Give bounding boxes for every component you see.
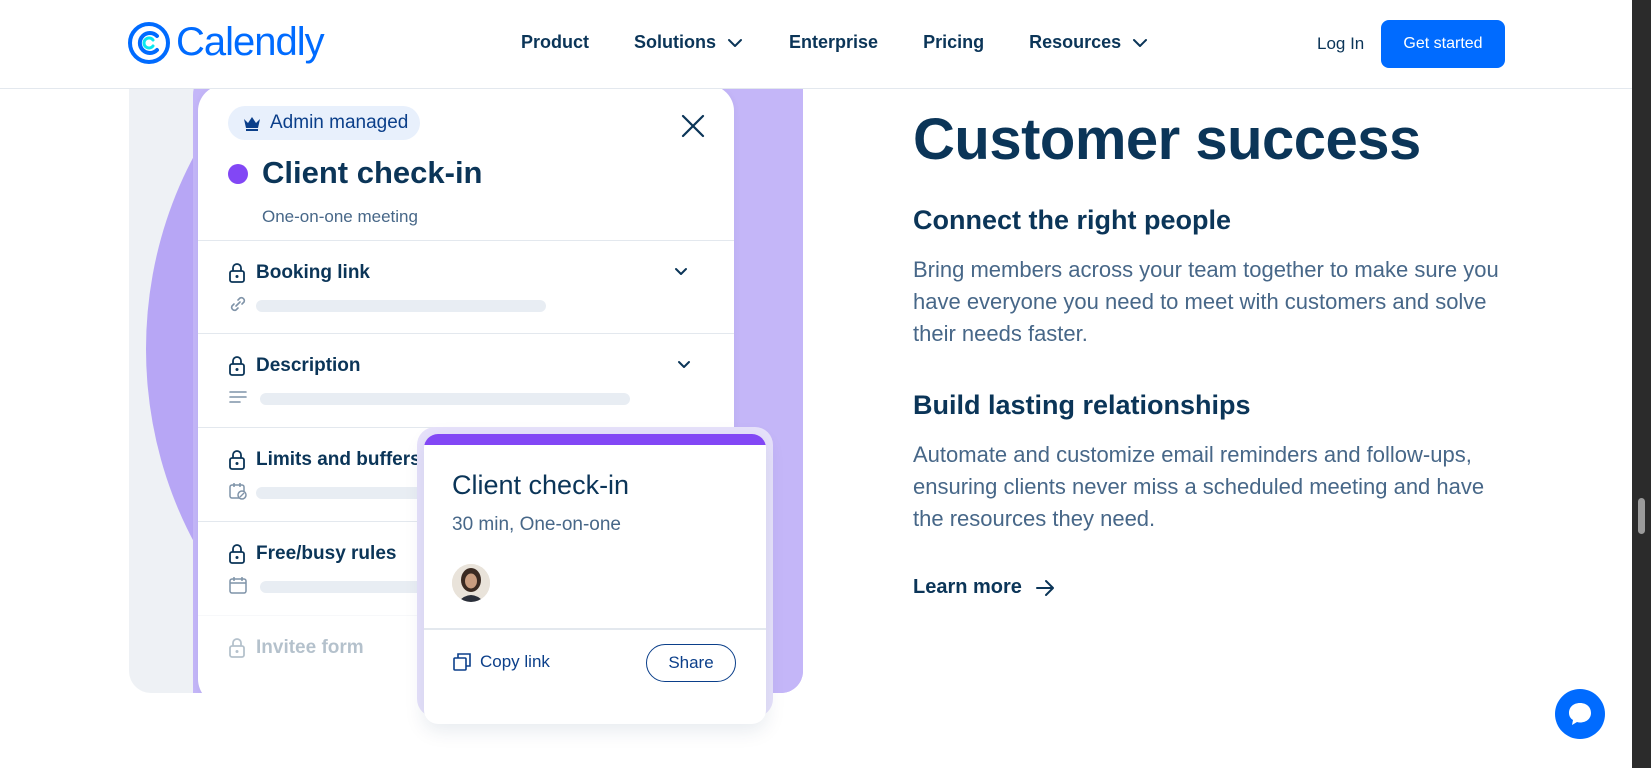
learn-more-link[interactable]: Learn more	[913, 576, 1056, 599]
calendar-clock-icon	[229, 483, 247, 500]
event-preview-card: Client check-in 30 min, One-on-one Copy …	[424, 434, 766, 724]
nav-pricing-label: Pricing	[923, 32, 985, 52]
popup-title: Client check-in	[452, 470, 630, 500]
avatar	[452, 564, 490, 602]
copy-link-label: Copy link	[480, 652, 550, 671]
lock-icon	[229, 638, 245, 658]
feature-body-relationships: Automate and customize email reminders a…	[913, 442, 1485, 531]
copy-icon	[453, 653, 471, 671]
share-button[interactable]: Share	[646, 644, 736, 682]
page: Calendly Product Solutions Enterprise Pr…	[0, 0, 1651, 768]
nav-product[interactable]: Product	[521, 32, 589, 53]
nav-enterprise-label: Enterprise	[789, 32, 879, 52]
nav-solutions-label: Solutions	[634, 32, 717, 52]
setting-row-label: Booking link	[256, 262, 370, 283]
calendly-logo-icon	[128, 21, 170, 64]
chevron-down-icon	[728, 38, 743, 47]
nav-pricing[interactable]: Pricing	[923, 32, 984, 53]
main-nav: Product Solutions Enterprise Pricing Res…	[521, 32, 1149, 53]
setting-row-label: Description	[256, 355, 361, 376]
chat-widget-button[interactable]	[1555, 689, 1605, 739]
chat-bubble-icon	[1569, 703, 1591, 725]
nav-resources[interactable]: Resources	[1029, 32, 1149, 53]
calendly-logo[interactable]: Calendly	[128, 20, 325, 65]
calendar-icon	[229, 577, 247, 594]
placeholder-bar	[256, 300, 546, 312]
event-color-dot	[228, 164, 248, 184]
popup-subtitle: 30 min, One-on-one	[452, 514, 621, 535]
text-lines-icon	[229, 391, 247, 403]
logo-text: Calendly	[176, 20, 325, 64]
feature-body-connect: Bring members across your team together …	[913, 257, 1499, 346]
close-icon[interactable]	[680, 113, 706, 139]
setting-row-description[interactable]: Description	[198, 333, 734, 426]
scrollbar-track[interactable]	[1632, 0, 1651, 768]
event-title: Client check-in	[262, 155, 483, 190]
lock-icon	[229, 450, 245, 470]
lock-icon	[229, 356, 245, 376]
login-link[interactable]: Log In	[1317, 34, 1364, 54]
link-icon	[230, 296, 246, 312]
chevron-down-icon[interactable]	[675, 356, 693, 374]
feature-heading-relationships: Build lasting relationships	[913, 390, 1251, 420]
get-started-button[interactable]: Get started	[1381, 20, 1505, 68]
admin-managed-badge: Admin managed	[228, 106, 421, 140]
badge-label: Admin managed	[270, 112, 409, 133]
setting-row-label: Free/busy rules	[256, 543, 397, 564]
setting-row-label: Invitee form	[256, 637, 364, 658]
learn-more-label: Learn more	[913, 576, 1022, 598]
popup-accent-bar	[424, 434, 766, 445]
setting-row-label: Limits and buffers	[256, 449, 421, 470]
chevron-down-icon	[1133, 38, 1148, 47]
nav-resources-label: Resources	[1029, 32, 1122, 52]
nav-product-label: Product	[521, 32, 590, 52]
copy-link-button[interactable]: Copy link	[452, 652, 550, 672]
nav-enterprise[interactable]: Enterprise	[789, 32, 878, 53]
chevron-down-icon[interactable]	[672, 263, 690, 281]
nav-solutions[interactable]: Solutions	[634, 32, 744, 53]
avatar-person-icon	[452, 564, 490, 602]
lock-icon	[229, 544, 245, 564]
site-header: Calendly Product Solutions Enterprise Pr…	[0, 0, 1632, 89]
lock-icon	[229, 263, 245, 283]
event-subtitle: One-on-one meeting	[262, 207, 418, 226]
popup-divider	[424, 628, 766, 630]
setting-row-booking-link[interactable]: Booking link	[198, 240, 734, 333]
feature-heading-connect: Connect the right people	[913, 205, 1232, 235]
section-title: Customer success	[913, 107, 1421, 172]
placeholder-bar	[260, 393, 630, 405]
scrollbar-thumb[interactable]	[1638, 498, 1645, 534]
arrow-right-icon	[1035, 579, 1054, 596]
crown-icon	[244, 117, 260, 131]
